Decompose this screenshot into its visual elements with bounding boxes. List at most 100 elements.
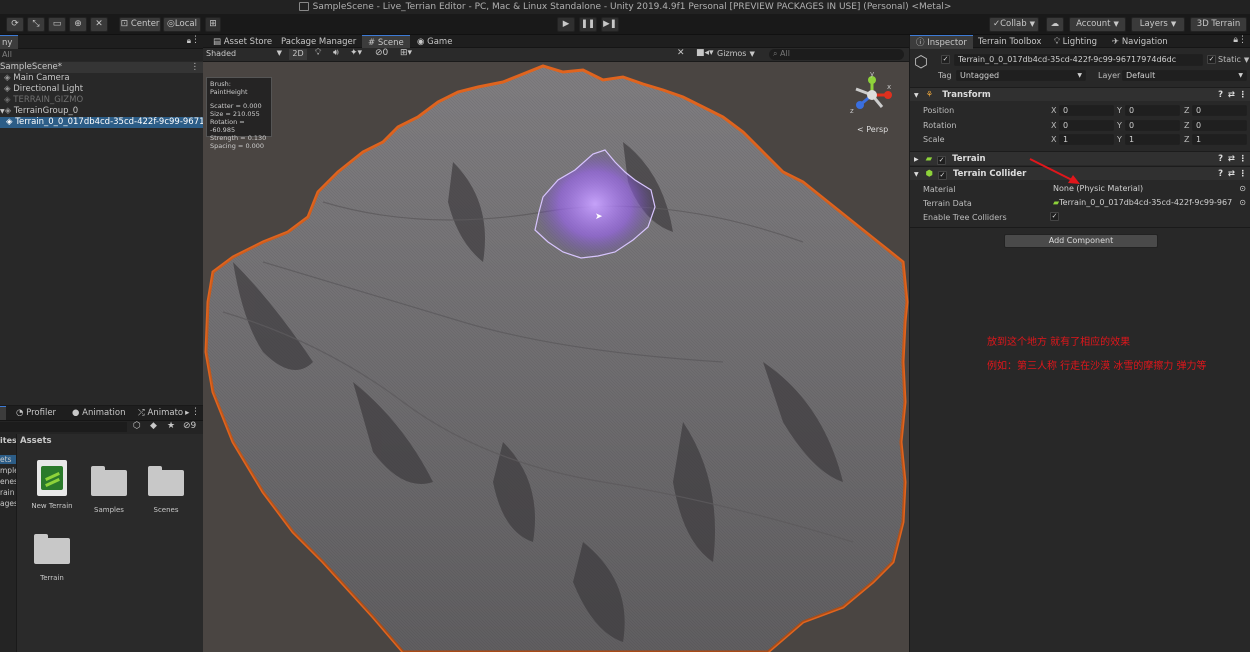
hierarchy-search-input[interactable]: All xyxy=(2,50,12,59)
collab-dropdown[interactable]: ✓Collab ▼ xyxy=(989,17,1039,32)
hierarchy-item-directional-light[interactable]: ◈ Directional Light xyxy=(0,84,83,95)
tools-icon[interactable]: ✕ xyxy=(677,48,685,58)
static-checkbox[interactable]: ✓ xyxy=(1207,55,1216,64)
presets-icon[interactable]: ⇄ xyxy=(1228,167,1235,181)
scale-y-field[interactable]: 1 xyxy=(1125,134,1180,145)
position-z-field[interactable]: 0 xyxy=(1192,105,1247,116)
rotation-y-field[interactable]: 0 xyxy=(1125,120,1180,131)
scale-x-field[interactable]: 1 xyxy=(1059,134,1114,145)
terrain-data-field[interactable]: ▰Terrain_0_0_017db4cd-35cd-422f-9c99-967… xyxy=(1050,198,1248,209)
presets-icon[interactable]: ⇄ xyxy=(1228,152,1235,166)
layout-dropdown[interactable]: 3D Terrain xyxy=(1190,17,1247,32)
enable-tree-colliders-checkbox[interactable]: ✓ xyxy=(1050,212,1059,221)
scene-menu-icon[interactable]: ⋮ xyxy=(191,62,200,73)
project-search-input[interactable] xyxy=(0,422,127,432)
rect-tool-icon[interactable]: ▭ xyxy=(48,17,66,32)
tab-package-manager[interactable]: Package Manager xyxy=(275,35,362,49)
asset-terrain-folder[interactable]: Terrain xyxy=(25,534,79,582)
tab-navigation[interactable]: ✈ Navigation xyxy=(1106,35,1174,49)
transform-tool-icon[interactable]: ⊕ xyxy=(69,17,87,32)
tab-scene[interactable]: # Scene xyxy=(362,35,410,49)
camera-dropdown-icon[interactable]: ■◂▾ xyxy=(696,48,714,58)
panel-menu-icon[interactable]: ⋮ xyxy=(1238,35,1247,45)
projection-label[interactable]: < Persp xyxy=(857,125,888,134)
help-icon[interactable]: ? xyxy=(1218,152,1223,166)
scale-z-field[interactable]: 1 xyxy=(1192,134,1247,145)
tab-profiler[interactable]: ◔ Profiler xyxy=(10,406,62,420)
hidden-objects-icon[interactable]: ⊘0 xyxy=(375,48,388,58)
panel-menu-icon[interactable]: ⋮ xyxy=(191,35,200,45)
filter-label-icon[interactable]: ◆ xyxy=(150,421,157,431)
panel-menu-icon[interactable]: ⋮ xyxy=(191,407,200,417)
hierarchy-search-bar[interactable]: All xyxy=(0,49,203,61)
favorites-label[interactable]: ites xyxy=(0,436,16,445)
custom-tool-icon[interactable]: ✕ xyxy=(90,17,108,32)
cloud-icon[interactable]: ☁ xyxy=(1046,17,1064,32)
layers-dropdown[interactable]: Layers ▼ xyxy=(1131,17,1185,32)
component-menu-icon[interactable]: ⋮ xyxy=(1239,152,1248,166)
gizmos-dropdown[interactable]: Gizmos ▼ xyxy=(717,49,761,60)
help-icon[interactable]: ? xyxy=(1218,167,1223,181)
step-button[interactable]: ▶❚ xyxy=(601,17,619,32)
tab-asset-store[interactable]: ▤ Asset Store xyxy=(207,35,278,49)
add-component-button[interactable]: Add Component xyxy=(1004,234,1158,248)
component-menu-icon[interactable]: ⋮ xyxy=(1239,88,1248,102)
asset-new-terrain[interactable]: New Terrain xyxy=(25,460,79,510)
tab-terrain-toolbox[interactable]: Terrain Toolbox xyxy=(972,35,1047,49)
tree-item-packages[interactable]: ages xyxy=(0,499,16,508)
help-icon[interactable]: ? xyxy=(1218,88,1223,102)
hierarchy-scene-row[interactable]: SampleScene* ⋮ xyxy=(0,62,203,73)
audio-toggle-icon[interactable]: 🔊︎ xyxy=(333,48,339,58)
transform-component-header[interactable]: ▼ ⚘ Transform ? ⇄ ⋮ xyxy=(910,87,1250,101)
tab-project[interactable] xyxy=(0,406,6,420)
scene-search-input[interactable]: ⌕ All xyxy=(769,49,904,60)
tree-item-terrain[interactable]: rain xyxy=(0,488,15,497)
expand-arrow-icon[interactable]: ▶ xyxy=(914,156,919,163)
component-menu-icon[interactable]: ⋮ xyxy=(1239,167,1248,181)
assets-breadcrumb[interactable]: Assets xyxy=(20,436,52,446)
terrain-enabled-checkbox[interactable]: ✓ xyxy=(937,156,947,165)
favorite-star-icon[interactable]: ★ xyxy=(167,421,175,431)
pivot-space-toggle[interactable]: ◎Local xyxy=(163,17,201,32)
asset-samples-folder[interactable]: Samples xyxy=(82,466,136,514)
asset-scenes-folder[interactable]: Scenes xyxy=(139,466,193,514)
tab-animation[interactable]: ● Animation xyxy=(66,406,131,420)
tab-inspector[interactable]: ⓘ Inspector xyxy=(910,35,973,49)
object-name-field[interactable]: Terrain_0_0_017db4cd-35cd-422f-9c99-9671… xyxy=(954,54,1203,66)
tree-item-assets[interactable]: ets xyxy=(0,455,16,464)
play-button[interactable]: ▶ xyxy=(557,17,575,32)
hierarchy-item-terrain-gizmo[interactable]: ◈ TERRAIN_GIZMO xyxy=(0,95,83,106)
position-x-field[interactable]: 0 xyxy=(1059,105,1114,116)
collider-enabled-checkbox[interactable]: ✓ xyxy=(937,171,947,180)
tree-item-scenes[interactable]: enes xyxy=(0,477,16,486)
lighting-toggle-icon[interactable]: 💡︎ xyxy=(315,48,321,58)
tab-lighting[interactable]: 💡︎ Lighting xyxy=(1048,35,1103,49)
tab-game[interactable]: ◉ Game xyxy=(411,35,458,49)
rotation-z-field[interactable]: 0 xyxy=(1192,120,1247,131)
hierarchy-item-terrain-selected[interactable]: ◈ Terrain_0_0_017db4cd-35cd-422f-9c99-96… xyxy=(0,117,203,128)
2d-toggle[interactable]: 2D xyxy=(289,49,307,60)
pivot-center-toggle[interactable]: ⊡ Center xyxy=(119,17,161,32)
filter-type-icon[interactable]: ⬡ xyxy=(133,421,141,431)
object-picker-icon[interactable]: ⊙ xyxy=(1239,198,1246,207)
grid-toggle-icon[interactable]: ⊞▾ xyxy=(400,48,412,58)
object-picker-icon[interactable]: ⊙ xyxy=(1239,184,1246,193)
static-dropdown[interactable]: Static ▼ xyxy=(1218,55,1249,64)
presets-icon[interactable]: ⇄ xyxy=(1228,88,1235,102)
scene-orientation-gizmo[interactable]: y x z xyxy=(848,70,893,123)
hidden-packages-icon[interactable]: ⊘9 xyxy=(183,421,196,431)
tab-hierarchy[interactable]: ny xyxy=(0,35,19,49)
grid-snap-icon[interactable]: ⊞ xyxy=(205,17,221,32)
scale-tool-icon[interactable]: ⤡ xyxy=(27,17,45,32)
pause-button[interactable]: ❚❚ xyxy=(579,17,597,32)
rotate-tool-icon[interactable]: ⟳ xyxy=(6,17,24,32)
active-checkbox[interactable]: ✓ xyxy=(941,55,950,64)
tag-dropdown[interactable]: Untagged ▼ xyxy=(956,70,1086,81)
hierarchy-item-terraingroup[interactable]: ▼◈ TerrainGroup_0 xyxy=(0,106,78,117)
collapse-arrow-icon[interactable]: ▼ xyxy=(914,92,919,99)
layer-dropdown[interactable]: Default ▼ xyxy=(1122,70,1247,81)
effects-dropdown-icon[interactable]: ✦▾ xyxy=(350,48,362,58)
hierarchy-item-main-camera[interactable]: ◈ Main Camera xyxy=(0,73,70,84)
tab-animator[interactable]: ⤮ Animato ▸ xyxy=(132,406,195,420)
rotation-x-field[interactable]: 0 xyxy=(1059,120,1114,131)
